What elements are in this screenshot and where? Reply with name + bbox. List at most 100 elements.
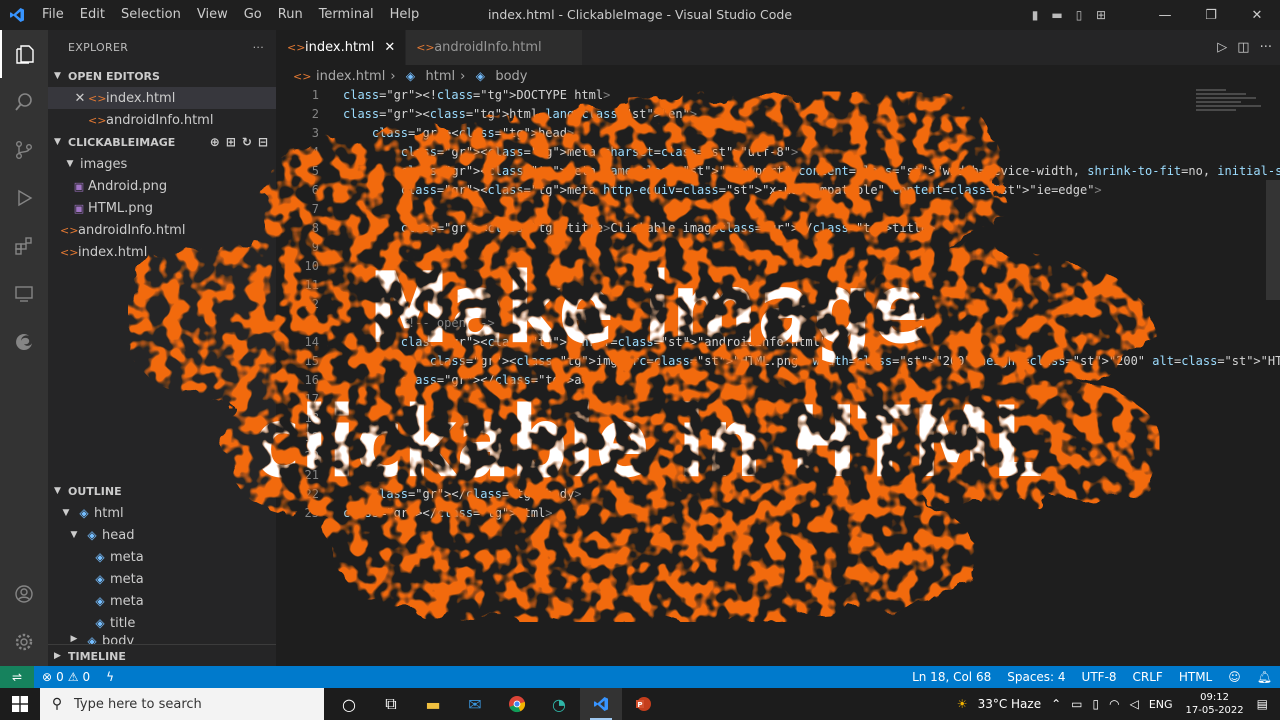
customize-layout-icon[interactable]: ⊞ [1090,0,1112,30]
toggle-panel-icon[interactable]: ▬ [1046,0,1068,30]
toggle-secondary-sidebar-icon[interactable]: ▯ [1068,0,1090,30]
lightning-icon[interactable]: ϟ [98,670,122,684]
notification-center-icon[interactable]: ▤ [1252,697,1280,711]
code-line[interactable]: class="gr"><class="tg">a href=class="st"… [343,335,835,349]
code-line[interactable]: class="gr"><class="tg">meta http-equiv=c… [343,183,1102,197]
menu-run[interactable]: Run [270,0,311,30]
breadcrumb-item[interactable]: body [495,69,527,84]
outline-item[interactable]: ▼ ◈ html [48,502,276,524]
powerpoint-icon[interactable]: P [622,688,664,720]
code-line[interactable]: class="gr"><class="tg">title>Clickable i… [343,221,936,235]
refresh-icon[interactable]: ↻ [242,135,252,149]
code-line[interactable]: class="gr"></class="tg">html> [343,506,553,520]
open-editor-item[interactable]: <> androidInfo.html [48,109,276,131]
indentation[interactable]: Spaces: 4 [999,670,1073,684]
menu-view[interactable]: View [189,0,236,30]
wifi-icon[interactable]: ◠ [1104,697,1124,711]
tree-folder-images[interactable]: ▼ images [48,153,276,175]
remote-explorer-icon[interactable] [0,270,48,318]
code-line[interactable]: class="gr"></class="tg">body> [343,487,582,501]
collapse-all-icon[interactable]: ⊟ [258,135,268,149]
chevron-up-icon[interactable]: ⌃ [1046,697,1066,711]
code-line[interactable]: class="gr"><class="tg">head> [343,126,574,140]
tree-file[interactable]: <> androidInfo.html [48,219,276,241]
tree-file[interactable]: ▣ Android.png [48,175,276,197]
file-explorer-icon[interactable]: ▬ [412,688,454,720]
cursor-position[interactable]: Ln 18, Col 68 [904,670,999,684]
code-line[interactable]: class="gr"><class="tg">html lang=class="… [343,107,697,121]
menu-terminal[interactable]: Terminal [311,0,382,30]
toggle-sidebar-icon[interactable]: ▮ [1024,0,1046,30]
outline-item[interactable]: ◈ title [48,612,276,634]
code-line[interactable]: <!-- open --> [343,316,495,330]
chrome-icon[interactable] [496,688,538,720]
problems-indicator[interactable]: ⊗ 0 ⚠ 0 [34,670,98,684]
outline-item[interactable]: ◈ meta [48,546,276,568]
language-mode[interactable]: HTML [1171,670,1220,684]
vscode-taskbar-icon[interactable] [580,688,622,720]
network-icon[interactable]: ▭ [1066,697,1087,711]
tree-file[interactable]: <> index.html [48,241,276,263]
close-tab-icon[interactable]: ✕ [384,40,395,55]
volume-icon[interactable]: ◁ [1125,697,1144,711]
edge-devtools-icon[interactable] [0,318,48,366]
outline-section-header[interactable]: ▼ OUTLINE [48,480,276,502]
outline-item[interactable]: ▶ ◈ body [48,634,276,644]
search-icon[interactable] [0,78,48,126]
more-actions-icon[interactable]: ··· [1260,40,1272,55]
close-editor-icon[interactable]: ✕ [72,91,88,106]
restore-button[interactable]: ❐ [1188,0,1234,30]
breadcrumb-item[interactable]: index.html [316,69,385,84]
minimap[interactable] [1196,87,1266,127]
outline-item[interactable]: ◈ meta [48,568,276,590]
weather-icon[interactable]: ☀ [952,697,973,711]
timeline-section-header[interactable]: ▶ TIMELINE [48,645,276,667]
menu-help[interactable]: Help [382,0,428,30]
split-editor-icon[interactable]: ◫ [1237,40,1249,55]
menu-selection[interactable]: Selection [113,0,189,30]
code-line[interactable]: class="gr"><class="tg">meta name=class="… [343,164,1280,178]
folder-section-header[interactable]: ▼ CLICKABLEIMAGE ⊕ ⊞ ↻ ⊟ [48,131,276,153]
tab-androidinfo-html[interactable]: <> androidInfo.html [406,30,583,65]
minimize-button[interactable]: — [1142,0,1188,30]
feedback-icon[interactable]: ☺ [1220,670,1249,684]
code-line[interactable]: class="gr"><!class="tg">DOCTYPE html> [343,88,610,102]
open-editor-item[interactable]: ✕ <> index.html [48,87,276,109]
taskbar-search-input[interactable]: ⚲ Type here to search [40,688,324,720]
outline-item[interactable]: ▼ ◈ head [48,524,276,546]
accounts-icon[interactable] [0,570,48,618]
menu-file[interactable]: File [34,0,72,30]
new-folder-icon[interactable]: ⊞ [226,135,236,149]
cortana-icon[interactable]: ○ [328,688,370,720]
tree-file[interactable]: ▣ HTML.png [48,197,276,219]
mail-icon[interactable]: ✉ [454,688,496,720]
input-language[interactable]: ENG [1144,698,1178,711]
task-view-icon[interactable]: ⧉ [370,688,412,720]
remote-indicator-icon[interactable]: ⇌ [0,666,34,688]
system-clock[interactable]: 09:12 17-05-2022 [1178,691,1252,717]
breadcrumb-item[interactable]: html [426,69,456,84]
run-icon[interactable]: ▷ [1217,40,1227,55]
run-debug-icon[interactable] [0,174,48,222]
outline-item[interactable]: ◈ meta [48,590,276,612]
new-file-icon[interactable]: ⊕ [210,135,220,149]
explorer-icon[interactable] [0,30,48,78]
extensions-icon[interactable] [0,222,48,270]
code-line[interactable]: class="gr"></class="tg">a> [343,373,589,387]
menu-edit[interactable]: Edit [72,0,113,30]
source-control-icon[interactable] [0,126,48,174]
edge-icon[interactable]: ◔ [538,688,580,720]
settings-gear-icon[interactable] [0,618,48,666]
open-editors-section-header[interactable]: ▼ OPEN EDITORS [48,65,276,87]
end-of-line[interactable]: CRLF [1125,670,1171,684]
notifications-bell-icon[interactable]: 🔔︎ [1249,670,1280,684]
encoding[interactable]: UTF-8 [1074,670,1125,684]
menu-go[interactable]: Go [236,0,270,30]
code-line[interactable]: class="gr"><class="tg">meta charset=clas… [343,145,798,159]
scrollbar[interactable] [1266,180,1280,300]
tab-index-html[interactable]: <> index.html ✕ [277,30,407,65]
weather-text[interactable]: 33°C Haze [973,697,1047,711]
code-editor[interactable]: 1 class="gr"><!class="tg">DOCTYPE html> 2 c… [277,87,1280,666]
more-actions-icon[interactable]: ··· [253,41,264,54]
battery-icon[interactable]: ▯ [1088,697,1105,711]
